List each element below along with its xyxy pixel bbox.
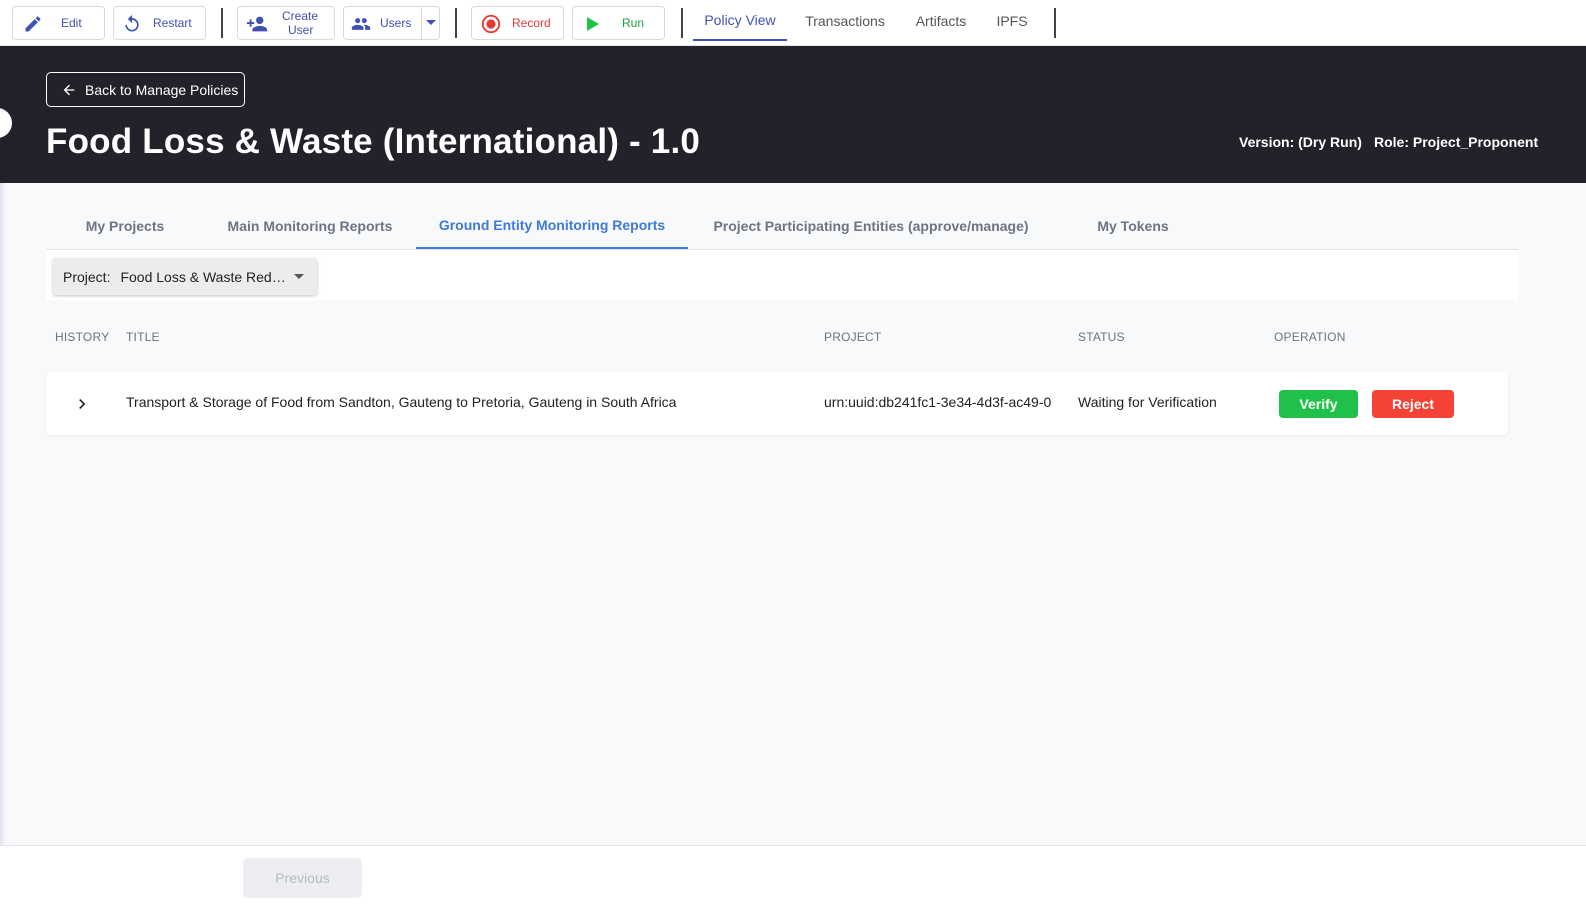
verify-button[interactable]: Verify <box>1279 390 1358 418</box>
project-select-value: Food Loss & Waste Reduc... <box>120 268 291 285</box>
page-title: Food Loss & Waste (International) - 1.0 <box>46 122 701 161</box>
pencil-icon <box>25 16 41 32</box>
column-header-title: TITLE <box>126 330 160 344</box>
top-toolbar: Edit Restart Create User Users Record Ru… <box>0 0 1586 46</box>
record-button[interactable]: Record <box>471 6 564 40</box>
toolbar-divider <box>455 8 457 38</box>
tab-main-monitoring-reports[interactable]: Main Monitoring Reports <box>216 202 404 249</box>
sidebar-toggle[interactable] <box>0 108 12 138</box>
reject-button[interactable]: Reject <box>1372 390 1454 418</box>
row-project: urn:uuid:db241fc1-3e34-4d3f-ac49-0 <box>824 394 1052 410</box>
run-button[interactable]: Run <box>572 6 665 40</box>
version-label: Version: (Dry Run) <box>1239 134 1362 150</box>
record-label: Record <box>512 16 551 30</box>
chevron-right-icon[interactable] <box>72 394 92 414</box>
users-dropdown[interactable]: Users <box>343 6 440 40</box>
users-label: Users <box>380 16 412 30</box>
column-header-status: STATUS <box>1078 330 1125 344</box>
project-select[interactable]: Project: Food Loss & Waste Reduc... <box>53 258 317 295</box>
caret-down-icon <box>294 274 305 279</box>
edit-button[interactable]: Edit <box>12 6 105 40</box>
toolbar-divider <box>681 8 683 38</box>
person-add-icon <box>246 16 268 32</box>
table-row: Transport & Storage of Food from Sandton… <box>46 372 1508 435</box>
tab-my-projects[interactable]: My Projects <box>66 202 184 249</box>
nav-tab-ipfs[interactable]: IPFS <box>990 0 1034 41</box>
create-user-label-2: User <box>288 23 314 37</box>
column-header-history: HISTORY <box>55 330 110 344</box>
role-label: Role: Project_Proponent <box>1374 134 1539 150</box>
back-to-manage-policies-button[interactable]: Back to Manage Policies <box>46 72 245 107</box>
column-header-project: PROJECT <box>824 330 882 344</box>
policy-header: Back to Manage Policies Food Loss & Wast… <box>0 46 1586 183</box>
filter-bar: Project: Food Loss & Waste Reduc... <box>46 250 1518 300</box>
people-icon <box>351 18 371 30</box>
column-header-operation: OPERATION <box>1274 330 1346 344</box>
tab-project-participating-entities[interactable]: Project Participating Entities (approve/… <box>701 202 1041 249</box>
nav-tab-policy-view[interactable]: Policy View <box>693 0 787 41</box>
edit-label: Edit <box>61 16 82 30</box>
nav-tab-artifacts[interactable]: Artifacts <box>906 0 976 41</box>
play-icon <box>587 17 599 31</box>
back-label: Back to Manage Policies <box>85 81 239 98</box>
tab-my-tokens[interactable]: My Tokens <box>1081 202 1185 249</box>
sidebar-edge <box>0 183 6 845</box>
create-user-button[interactable]: Create User <box>237 6 335 40</box>
toolbar-divider <box>1054 8 1056 38</box>
restart-button[interactable]: Restart <box>113 6 206 40</box>
row-status: Waiting for Verification <box>1078 394 1217 410</box>
report-tabs: My Projects Main Monitoring Reports Grou… <box>46 202 1518 250</box>
arrow-left-icon <box>63 84 75 95</box>
run-label: Run <box>622 16 645 30</box>
project-select-label: Project: <box>63 268 111 285</box>
record-icon <box>481 14 501 34</box>
nav-tab-transactions[interactable]: Transactions <box>797 0 893 41</box>
restart-label: Restart <box>153 16 192 30</box>
pagination-footer: Previous <box>0 845 1586 911</box>
create-user-label-1: Create <box>282 9 319 23</box>
tab-ground-entity-monitoring-reports[interactable]: Ground Entity Monitoring Reports <box>416 202 688 249</box>
caret-down-icon[interactable] <box>425 19 437 27</box>
previous-button[interactable]: Previous <box>243 858 362 898</box>
row-title: Transport & Storage of Food from Sandton… <box>126 394 677 410</box>
restart-icon <box>125 14 139 32</box>
split-divider <box>421 7 422 39</box>
toolbar-divider <box>221 8 223 38</box>
